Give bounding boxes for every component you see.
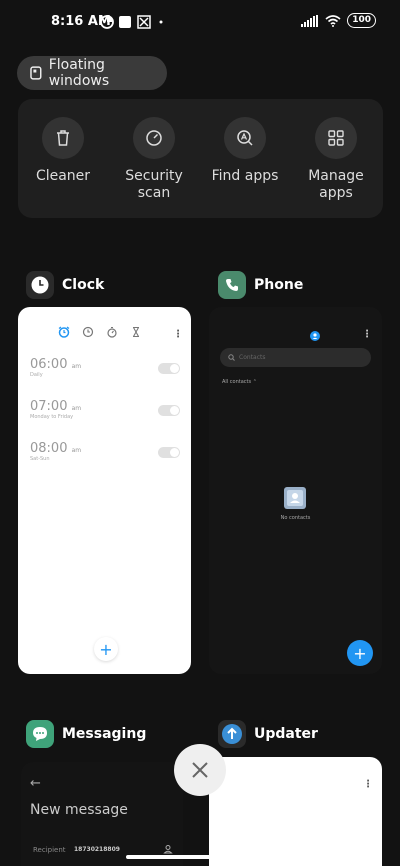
floating-window-icon — [30, 66, 42, 80]
find-apps-label: Find apps — [211, 168, 279, 184]
alarm-item[interactable]: 07:00 am Monday to Friday — [30, 399, 180, 420]
alarm-item[interactable]: 06:00 am Daily — [30, 357, 180, 378]
alarm-toggle[interactable] — [158, 363, 180, 374]
clock-app-icon — [26, 271, 54, 299]
quick-tools-panel: Cleaner Security scan Find apps Manage a… — [18, 99, 383, 218]
more-notifications-dot-icon — [159, 20, 163, 24]
recent-card-clock[interactable]: ⋮ 06:00 am Daily 07:00 am Monday to Frid… — [18, 307, 191, 674]
battery-indicator: 100 — [347, 13, 376, 28]
find-apps-icon — [237, 130, 253, 146]
alarm-repeat: Daily — [30, 372, 43, 378]
account-icon[interactable] — [310, 331, 320, 341]
data-saver-icon — [100, 15, 114, 29]
alarm-item[interactable]: 08:00 am Sat-Sun — [30, 441, 180, 462]
clock-more-icon[interactable]: ⋮ — [173, 329, 183, 340]
home-gesture-bar[interactable] — [126, 855, 274, 859]
trash-icon — [57, 130, 69, 146]
notification-square-icon — [119, 16, 131, 28]
contacts-search-placeholder: Contacts — [239, 354, 266, 361]
security-scan-button[interactable]: Security scan — [109, 117, 199, 202]
plus-icon: + — [99, 639, 113, 659]
alarm-repeat: Sat-Sun — [30, 456, 50, 462]
floating-windows-label: Floating windows — [48, 57, 110, 89]
alarm-time: 08:00 — [30, 441, 68, 456]
updater-app-icon — [218, 720, 246, 748]
manage-apps-button[interactable]: Manage apps — [291, 117, 381, 202]
status-bar: 8:16 AM 100 — [0, 0, 400, 44]
contacts-filter-label: All contacts — [222, 379, 252, 385]
stopwatch-tab-icon[interactable] — [106, 326, 118, 338]
alarm-ampm: am — [71, 447, 82, 454]
phone-app-name: Phone — [254, 277, 304, 293]
wifi-icon — [325, 14, 341, 27]
chevron-down-icon: ⌃ — [252, 379, 257, 385]
alarm-time: 06:00 — [30, 357, 68, 372]
alarm-ampm: am — [71, 405, 82, 412]
recipient-number: 18730218809 — [74, 846, 120, 853]
updater-app-name: Updater — [254, 726, 318, 742]
empty-contacts-text: No contacts — [280, 515, 311, 521]
contact-picker-icon[interactable] — [163, 844, 173, 854]
messaging-app-name: Messaging — [62, 726, 147, 742]
add-alarm-button[interactable]: + — [94, 637, 118, 661]
app-header-phone[interactable]: Phone — [218, 271, 303, 299]
alarm-toggle[interactable] — [158, 447, 180, 458]
signal-icon — [301, 14, 319, 27]
cleaner-label: Cleaner — [35, 168, 91, 184]
messaging-app-icon — [26, 720, 54, 748]
app-header-messaging[interactable]: Messaging — [26, 720, 146, 748]
recent-card-messaging[interactable]: ← New message Recipient 18730218809 — [21, 762, 183, 866]
find-apps-button[interactable]: Find apps — [200, 117, 290, 185]
recent-card-phone[interactable]: ⋮ Contacts All contacts ⌃ No contacts — [209, 307, 382, 674]
manage-apps-label: Manage apps — [308, 168, 364, 201]
app-notification-icon — [137, 15, 151, 29]
phone-more-icon[interactable]: ⋮ — [362, 329, 372, 340]
clear-all-button[interactable] — [174, 744, 226, 796]
alarm-repeat: Monday to Friday — [30, 414, 74, 420]
phone-app-icon — [218, 271, 246, 299]
timer-tab-icon[interactable] — [130, 326, 142, 338]
world-clock-tab-icon[interactable] — [82, 326, 94, 338]
close-icon — [192, 762, 208, 778]
grid-icon — [328, 130, 344, 146]
recipient-label: Recipient — [33, 846, 66, 854]
clock-tabs — [58, 326, 142, 338]
alarm-time: 07:00 — [30, 399, 68, 414]
empty-contacts-icon — [284, 487, 306, 509]
new-message-title: New message — [30, 802, 128, 818]
recent-card-updater[interactable]: ⋮ — [209, 757, 382, 866]
back-arrow-icon[interactable]: ← — [30, 776, 41, 791]
contacts-filter-dropdown[interactable]: All contacts ⌃ — [222, 379, 257, 385]
app-header-clock[interactable]: Clock — [26, 271, 104, 299]
security-scan-icon — [146, 130, 162, 146]
floating-windows-button[interactable]: Floating windows — [17, 56, 167, 90]
status-right: 100 — [301, 13, 376, 28]
updater-more-icon[interactable]: ⋮ — [363, 779, 373, 790]
clock-app-name: Clock — [62, 277, 105, 293]
cleaner-button[interactable]: Cleaner — [18, 117, 108, 185]
plus-icon: + — [353, 643, 367, 663]
security-scan-label: Security scan — [125, 168, 183, 201]
alarm-ampm: am — [71, 363, 82, 370]
alarm-tab-icon[interactable] — [58, 326, 70, 338]
search-icon — [228, 354, 235, 361]
contacts-search-bar[interactable]: Contacts — [220, 348, 371, 367]
app-header-updater[interactable]: Updater — [218, 720, 318, 748]
add-contact-button[interactable]: + — [347, 640, 373, 666]
alarm-toggle[interactable] — [158, 405, 180, 416]
